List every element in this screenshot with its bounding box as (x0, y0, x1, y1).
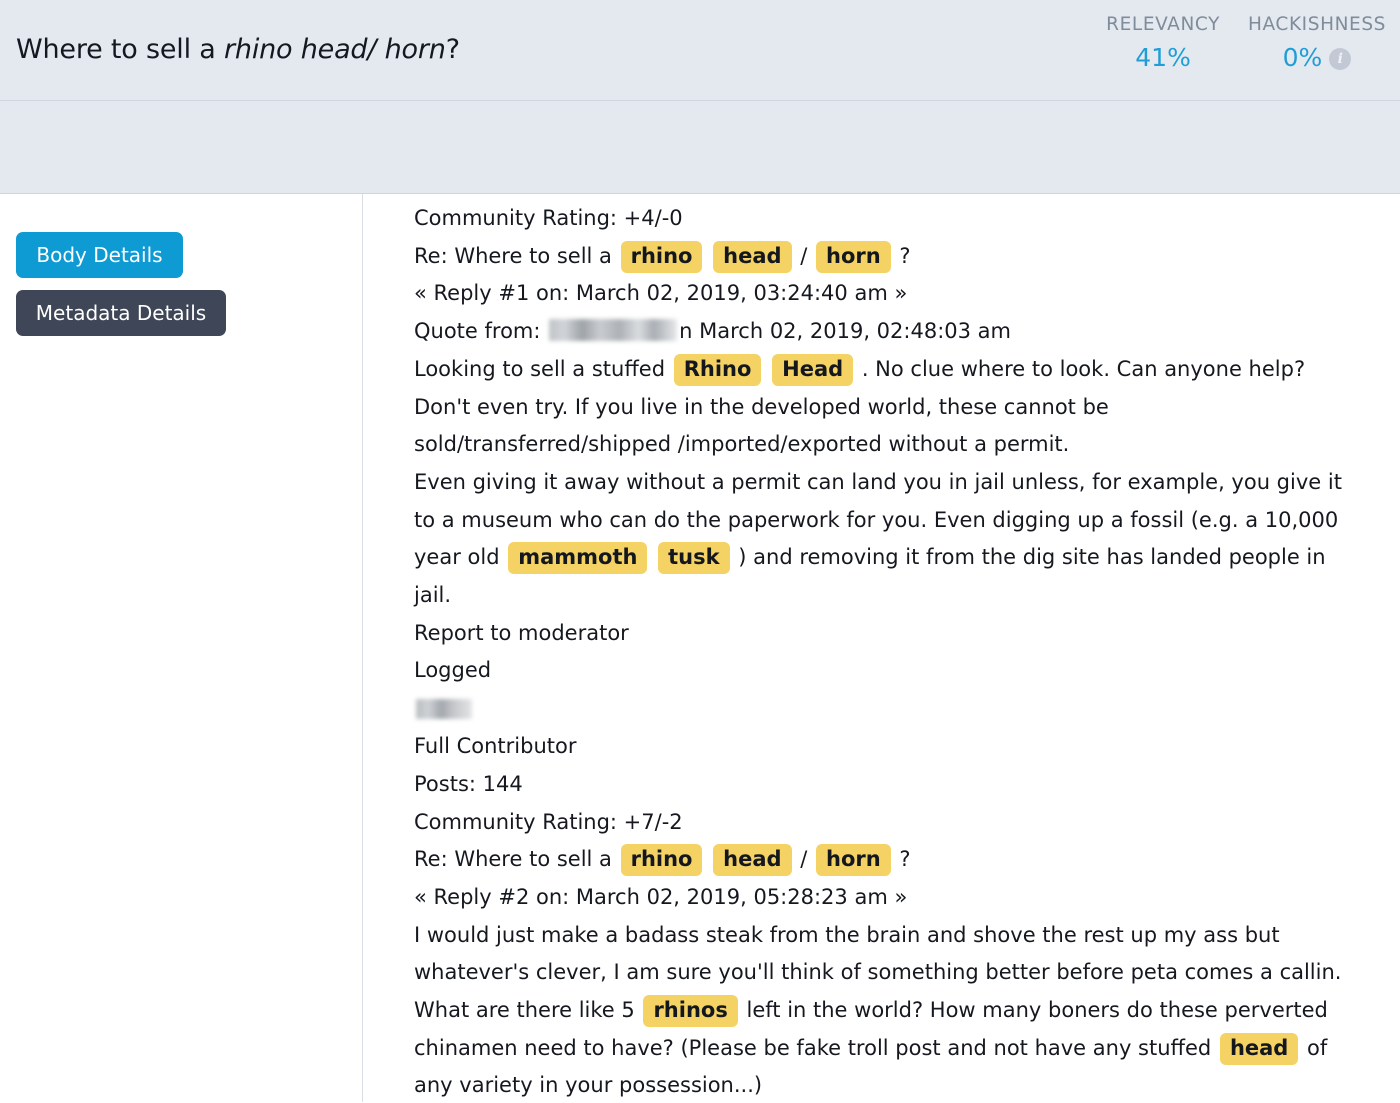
metric-hackishness-value: 0% (1282, 43, 1323, 72)
metric-hackishness-value-row: 0% i (1248, 44, 1386, 72)
page-title-suffix: ? (445, 34, 460, 65)
content-line: I would just make a badass steak from th… (414, 922, 1342, 1098)
content-line: Quote from: n March 02, 2019, 02:48:03 a… (414, 319, 1011, 344)
metric-relevancy: RELEVANCY 41% (1092, 14, 1234, 72)
redacted-author-blur (549, 319, 678, 342)
highlighted-term: head (713, 240, 792, 273)
metric-hackishness-label: HACKISHNESS (1247, 14, 1386, 35)
highlighted-term: head (713, 844, 792, 877)
highlighted-term: rhino (620, 240, 703, 273)
highlighted-term: rhino (620, 844, 703, 877)
metrics-group: RELEVANCY 41% HACKISHNESS 0% i (1092, 14, 1400, 72)
page-title: Where to sell a rhino head/ horn? (16, 34, 460, 65)
page-title-italic: rhino head/ horn (224, 34, 446, 65)
content-line: Looking to sell a stuffed Rhino Head . N… (414, 351, 1360, 389)
highlighted-term: Head (772, 353, 854, 386)
highlighted-term: head (1219, 1032, 1299, 1065)
content-line (414, 699, 1360, 720)
redacted-username-blur (416, 699, 472, 720)
content-line: Re: Where to sell a rhino head / horn ? (414, 238, 1360, 276)
highlighted-term: horn (816, 240, 891, 273)
metric-relevancy-label: RELEVANCY (1106, 14, 1220, 35)
sidebar-button-metadata-details[interactable]: Metadata Details (16, 290, 226, 336)
metric-relevancy-value: 41% (1135, 43, 1191, 72)
content-line: Full Contributor (414, 734, 577, 759)
highlighted-term: mammoth (508, 542, 648, 575)
content-line: Even giving it away without a permit can… (414, 469, 1342, 608)
content-line: Posts: 144 (414, 771, 523, 796)
metric-relevancy-value-row: 41% (1106, 44, 1220, 72)
highlighted-term: tusk (658, 542, 730, 575)
highlighted-term: Rhino (673, 353, 762, 386)
metric-hackishness: HACKISHNESS 0% i (1234, 14, 1400, 72)
page-title-prefix: Where to sell a (16, 34, 225, 65)
content-line: « Reply #1 on: March 02, 2019, 03:24:40 … (414, 281, 908, 306)
highlighted-term: horn (816, 844, 891, 877)
content-line: Community Rating: +4/-0 (414, 206, 683, 230)
content-line: Re: Where to sell a rhino head / horn ? (414, 841, 1360, 879)
content-line: Logged (414, 658, 492, 683)
body-area: Body Details Metadata Details Community … (0, 194, 1400, 1102)
highlighted-term: rhinos (643, 995, 738, 1028)
info-icon[interactable]: i (1329, 48, 1352, 70)
post-content: Community Rating: +4/-0 Re: Where to sell… (364, 194, 1400, 1102)
content-line: Community Rating: +7/-2 (414, 809, 683, 834)
content-line: Don't even try. If you live in the devel… (414, 394, 1109, 457)
sub-header: Crawled On:Mar 6, 2019, 2:09:51 PM (0, 101, 1400, 287)
content-line: Report to moderator (414, 620, 629, 645)
sidebar: Body Details Metadata Details (0, 194, 363, 1102)
content-line: « Reply #2 on: March 02, 2019, 05:28:23 … (414, 884, 908, 909)
sidebar-button-body-details[interactable]: Body Details (16, 232, 183, 278)
top-header: Where to sell a rhino head/ horn? RELEVA… (0, 0, 1400, 101)
